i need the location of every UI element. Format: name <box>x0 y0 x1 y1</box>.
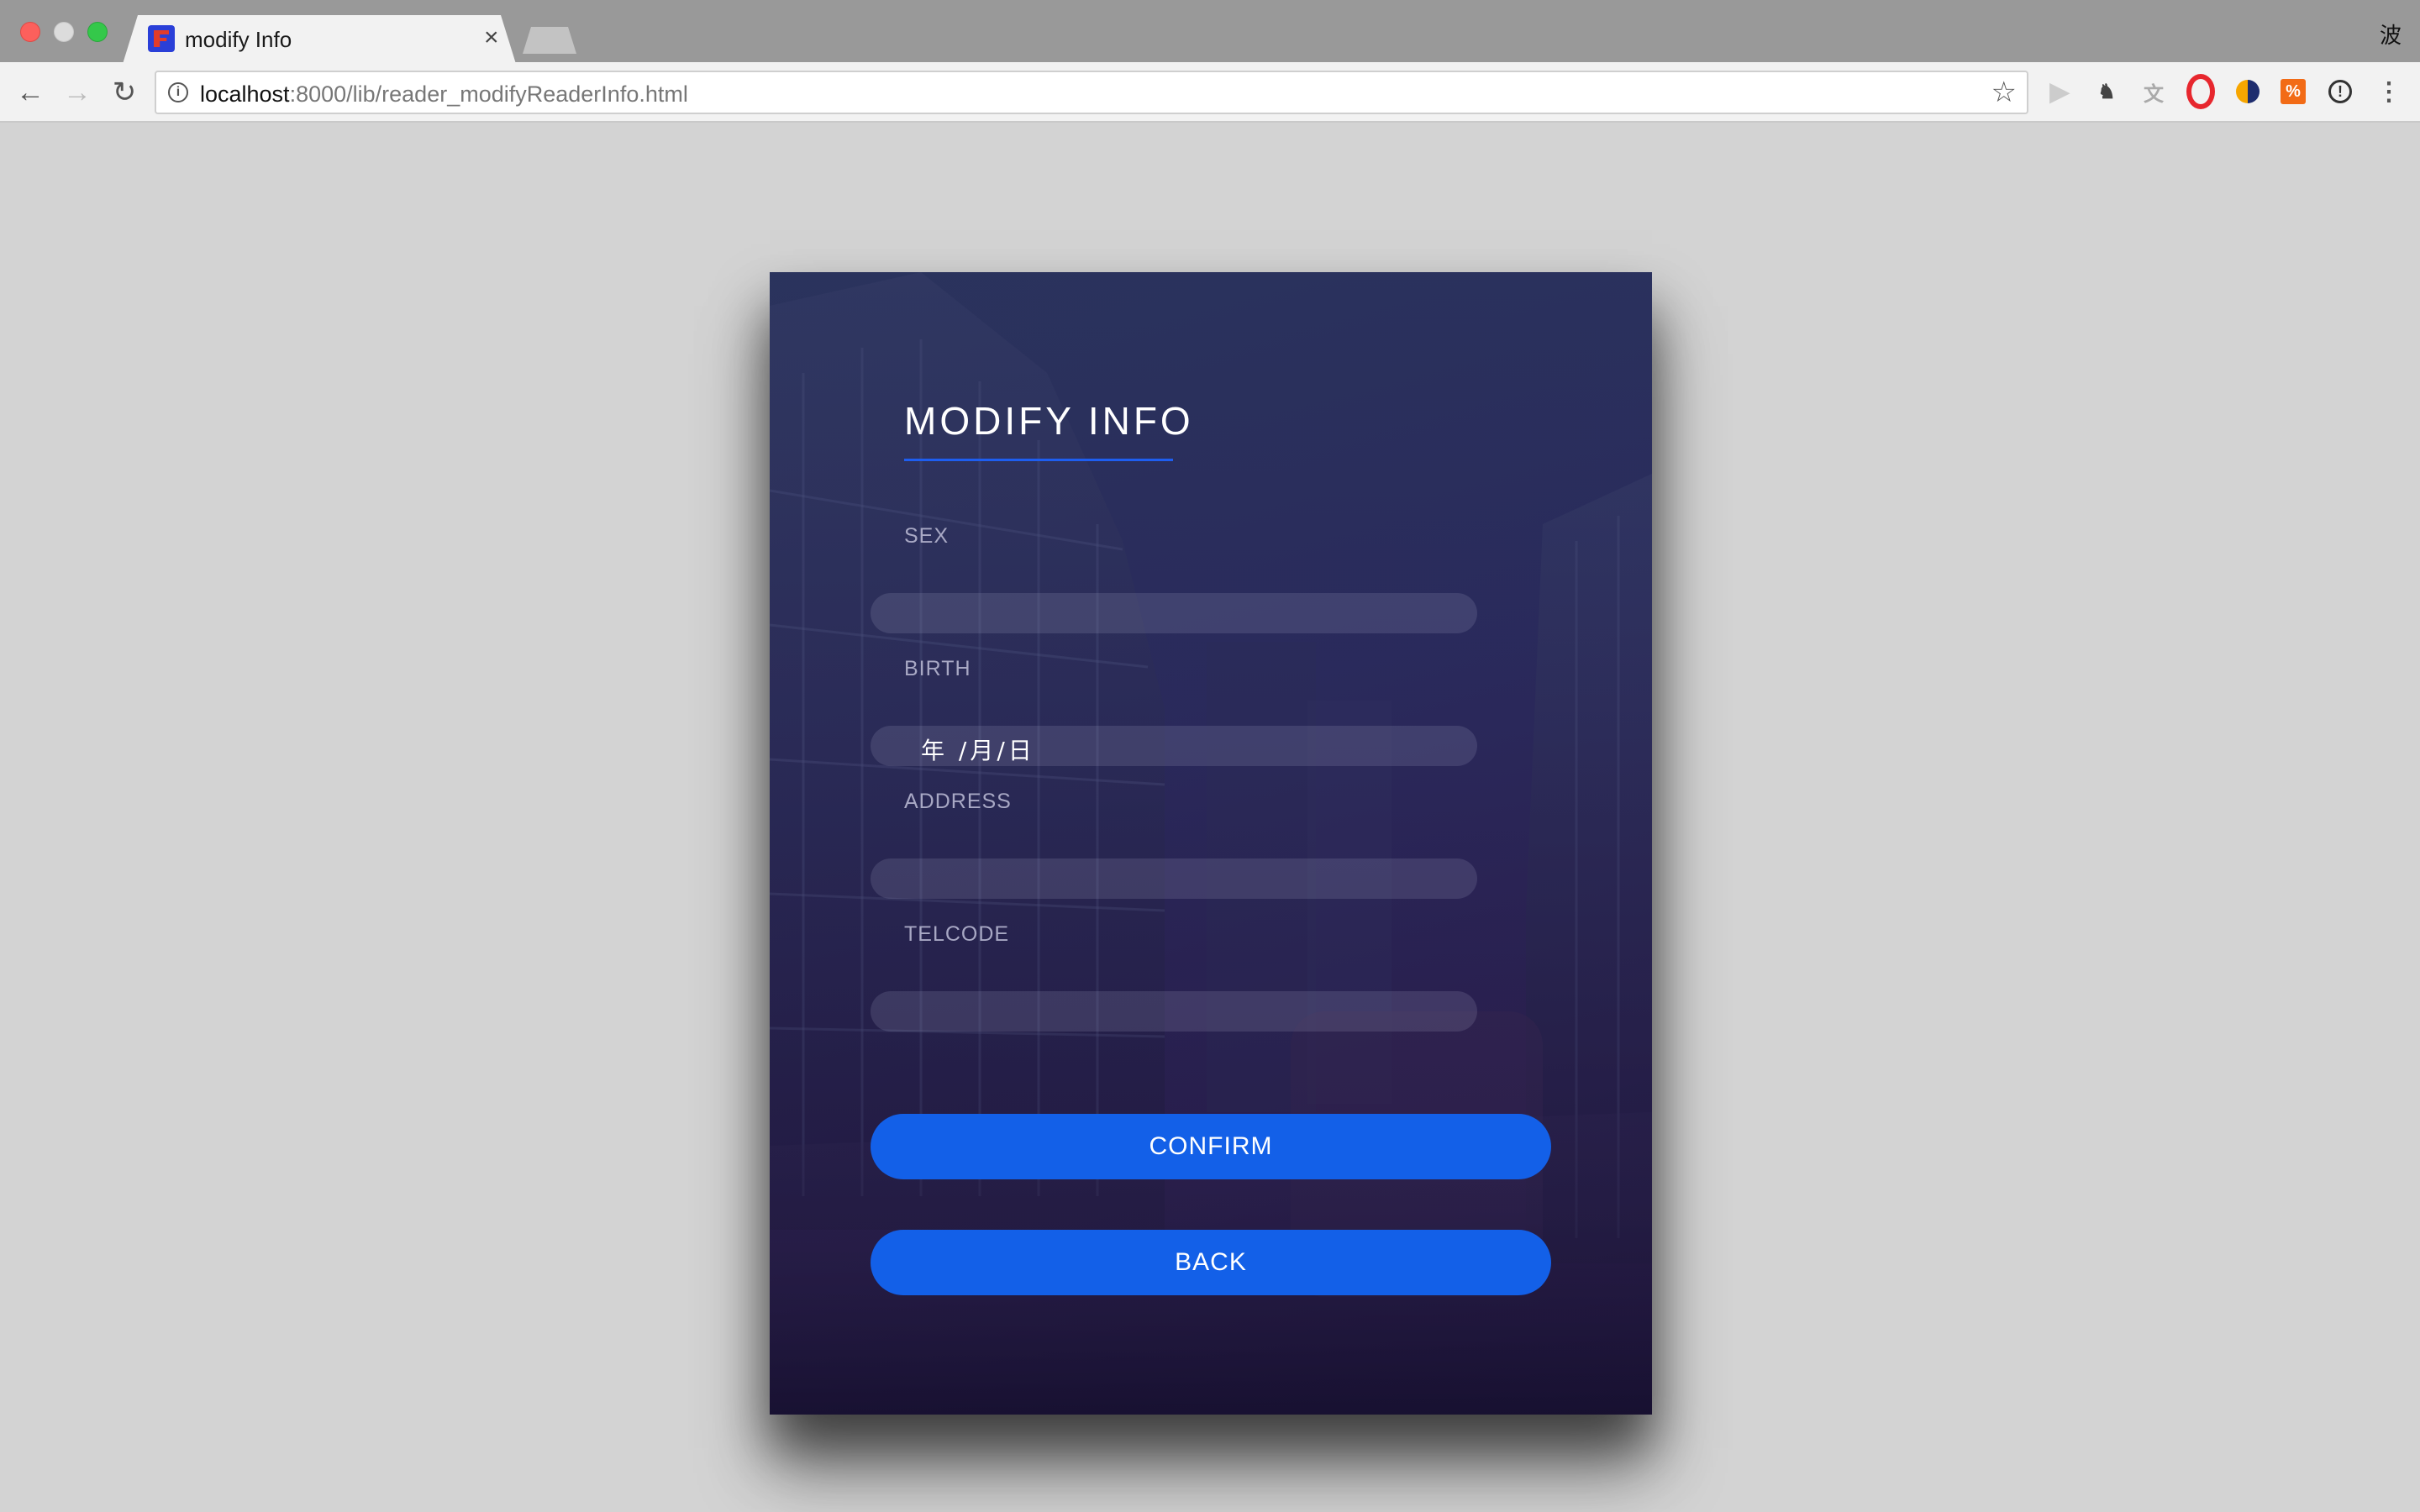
sex-label: SEX <box>904 524 950 548</box>
birth-date-value: 年 /月/日 <box>921 737 1035 764</box>
back-arrow-icon[interactable]: ← <box>12 74 49 111</box>
password-icon[interactable] <box>2326 77 2354 106</box>
sex-input[interactable] <box>871 593 1477 633</box>
new-tab-button[interactable] <box>523 27 576 54</box>
half-circle-icon[interactable] <box>2233 77 2262 106</box>
title-underline <box>904 459 1173 461</box>
page-title: MODIFY INFO <box>904 399 1194 443</box>
site-favicon-icon <box>148 25 175 52</box>
address-bar[interactable]: i localhost:8000/lib/reader_modifyReader… <box>155 71 2028 114</box>
browser-toolbar: ← → ↻ i localhost:8000/lib/reader_modify… <box>0 62 2420 123</box>
address-label: ADDRESS <box>904 790 1012 813</box>
forward-arrow-icon[interactable]: → <box>59 74 96 111</box>
browser-titlebar: modify Info × 波 <box>0 0 2420 64</box>
menu-icon[interactable]: ⋮ <box>2375 77 2403 106</box>
birth-date-input[interactable]: 年 /月/日 <box>871 726 1477 766</box>
telcode-label: TELCODE <box>904 922 1010 946</box>
evernote-icon[interactable]: ♞ <box>2092 77 2121 106</box>
translate-icon[interactable]: 文 <box>2139 77 2168 106</box>
reload-icon[interactable]: ↻ <box>106 74 143 111</box>
site-info-icon[interactable]: i <box>168 82 188 102</box>
opera-icon[interactable] <box>2186 77 2215 106</box>
page-viewport: MODIFY INFO SEX BIRTH 年 /月/日 ADDRESS TEL… <box>0 124 2420 1512</box>
birth-label: BIRTH <box>904 657 971 680</box>
modify-info-card: MODIFY INFO SEX BIRTH 年 /月/日 ADDRESS TEL… <box>770 272 1652 1415</box>
input-method-indicator[interactable]: 波 <box>2380 18 2402 50</box>
browser-tab-active[interactable]: modify Info × <box>123 15 516 64</box>
tab-title: modify Info <box>185 27 292 52</box>
address-input[interactable] <box>871 858 1477 899</box>
telcode-input[interactable] <box>871 991 1477 1032</box>
window-minimize-button[interactable] <box>54 22 74 42</box>
bookmark-star-icon[interactable]: ☆ <box>1991 77 2017 108</box>
back-button[interactable]: BACK <box>871 1230 1551 1295</box>
play-icon[interactable]: ▶ <box>2045 77 2074 106</box>
url-text[interactable]: localhost:8000/lib/reader_modifyReaderIn… <box>200 81 688 108</box>
tab-close-icon[interactable]: × <box>484 25 499 50</box>
confirm-button[interactable]: CONFIRM <box>871 1114 1551 1179</box>
window-maximize-button[interactable] <box>87 22 108 42</box>
window-close-button[interactable] <box>20 22 40 42</box>
url-host: localhost <box>200 81 290 107</box>
orange-extension-icon[interactable]: % <box>2281 79 2306 104</box>
url-path: :8000/lib/reader_modifyReaderInfo.html <box>289 81 688 107</box>
